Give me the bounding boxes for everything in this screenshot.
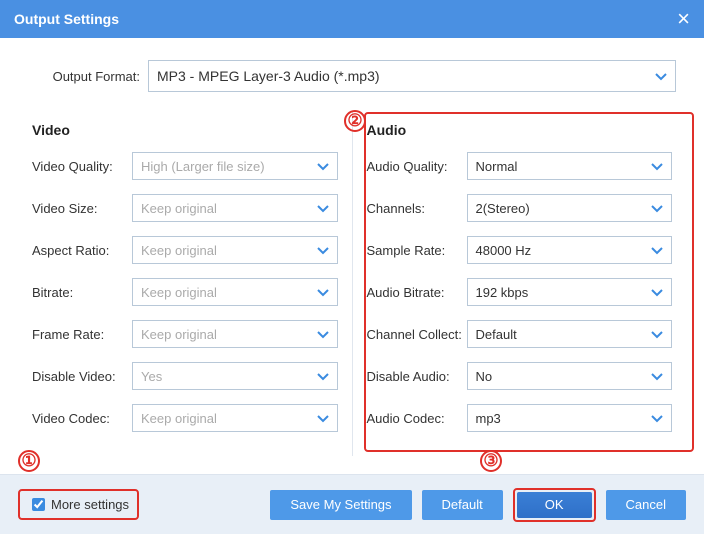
video-quality-value: High (Larger file size) (141, 159, 265, 174)
video-size-select[interactable]: Keep original (132, 194, 338, 222)
audio-codec-select[interactable]: mp3 (467, 404, 673, 432)
audio-quality-value: Normal (476, 159, 518, 174)
more-settings-input[interactable] (32, 498, 45, 511)
close-icon[interactable]: × (677, 6, 690, 32)
audio-quality-row: Audio Quality: Normal (367, 152, 673, 180)
annotation-marker-1: ① (18, 450, 40, 472)
chevron-down-icon (651, 201, 663, 216)
output-format-row: Output Format: MP3 - MPEG Layer-3 Audio … (18, 38, 686, 112)
chevron-down-icon (317, 285, 329, 300)
disable-audio-select[interactable]: No (467, 362, 673, 390)
sample-rate-value: 48000 Hz (476, 243, 532, 258)
chevron-down-icon (317, 159, 329, 174)
audio-heading: Audio (367, 122, 673, 138)
channel-collect-row: Channel Collect: Default (367, 320, 673, 348)
video-codec-value: Keep original (141, 411, 217, 426)
chevron-down-icon (651, 327, 663, 342)
channels-row: Channels: 2(Stereo) (367, 194, 673, 222)
video-quality-row: Video Quality: High (Larger file size) (32, 152, 338, 180)
audio-quality-label: Audio Quality: (367, 159, 467, 174)
channels-label: Channels: (367, 201, 467, 216)
more-settings-checkbox[interactable]: More settings (18, 489, 139, 520)
disable-video-value: Yes (141, 369, 162, 384)
video-size-value: Keep original (141, 201, 217, 216)
chevron-down-icon (655, 68, 667, 84)
sample-rate-select[interactable]: 48000 Hz (467, 236, 673, 264)
aspect-ratio-value: Keep original (141, 243, 217, 258)
cancel-button[interactable]: Cancel (606, 490, 686, 520)
settings-columns: ② Video Video Quality: High (Larger file… (18, 112, 686, 456)
frame-rate-label: Frame Rate: (32, 327, 132, 342)
more-settings-label: More settings (51, 497, 129, 512)
channels-value: 2(Stereo) (476, 201, 530, 216)
channel-collect-select[interactable]: Default (467, 320, 673, 348)
chevron-down-icon (651, 243, 663, 258)
output-format-label: Output Format: (28, 69, 148, 84)
video-panel: Video Video Quality: High (Larger file s… (18, 112, 353, 456)
audio-panel: Audio Audio Quality: Normal Channels: 2(… (353, 112, 687, 456)
chevron-down-icon (651, 159, 663, 174)
chevron-down-icon (317, 369, 329, 384)
frame-rate-value: Keep original (141, 327, 217, 342)
chevron-down-icon (317, 243, 329, 258)
aspect-ratio-label: Aspect Ratio: (32, 243, 132, 258)
channel-collect-value: Default (476, 327, 517, 342)
video-codec-row: Video Codec: Keep original (32, 404, 338, 432)
audio-bitrate-row: Audio Bitrate: 192 kbps (367, 278, 673, 306)
chevron-down-icon (651, 369, 663, 384)
dialog-title: Output Settings (14, 11, 119, 27)
audio-bitrate-select[interactable]: 192 kbps (467, 278, 673, 306)
disable-video-label: Disable Video: (32, 369, 132, 384)
audio-bitrate-label: Audio Bitrate: (367, 285, 467, 300)
annotation-marker-2: ② (344, 110, 366, 132)
output-format-select[interactable]: MP3 - MPEG Layer-3 Audio (*.mp3) (148, 60, 676, 92)
frame-rate-select[interactable]: Keep original (132, 320, 338, 348)
video-size-row: Video Size: Keep original (32, 194, 338, 222)
disable-audio-row: Disable Audio: No (367, 362, 673, 390)
save-settings-button[interactable]: Save My Settings (270, 490, 411, 520)
disable-video-row: Disable Video: Yes (32, 362, 338, 390)
sample-rate-row: Sample Rate: 48000 Hz (367, 236, 673, 264)
content-area: Output Format: MP3 - MPEG Layer-3 Audio … (0, 38, 704, 456)
channel-collect-label: Channel Collect: (367, 327, 467, 342)
video-bitrate-select[interactable]: Keep original (132, 278, 338, 306)
video-size-label: Video Size: (32, 201, 132, 216)
channels-select[interactable]: 2(Stereo) (467, 194, 673, 222)
frame-rate-row: Frame Rate: Keep original (32, 320, 338, 348)
chevron-down-icon (317, 411, 329, 426)
audio-codec-label: Audio Codec: (367, 411, 467, 426)
video-bitrate-row: Bitrate: Keep original (32, 278, 338, 306)
video-bitrate-value: Keep original (141, 285, 217, 300)
video-heading: Video (32, 122, 338, 138)
titlebar: Output Settings × (0, 0, 704, 38)
video-quality-label: Video Quality: (32, 159, 132, 174)
chevron-down-icon (317, 201, 329, 216)
chevron-down-icon (651, 411, 663, 426)
default-button[interactable]: Default (422, 490, 503, 520)
disable-video-select[interactable]: Yes (132, 362, 338, 390)
aspect-ratio-row: Aspect Ratio: Keep original (32, 236, 338, 264)
video-bitrate-label: Bitrate: (32, 285, 132, 300)
disable-audio-label: Disable Audio: (367, 369, 467, 384)
chevron-down-icon (651, 285, 663, 300)
disable-audio-value: No (476, 369, 493, 384)
aspect-ratio-select[interactable]: Keep original (132, 236, 338, 264)
video-codec-label: Video Codec: (32, 411, 132, 426)
audio-codec-row: Audio Codec: mp3 (367, 404, 673, 432)
audio-codec-value: mp3 (476, 411, 501, 426)
sample-rate-label: Sample Rate: (367, 243, 467, 258)
chevron-down-icon (317, 327, 329, 342)
video-quality-select[interactable]: High (Larger file size) (132, 152, 338, 180)
audio-bitrate-value: 192 kbps (476, 285, 529, 300)
video-codec-select[interactable]: Keep original (132, 404, 338, 432)
audio-quality-select[interactable]: Normal (467, 152, 673, 180)
ok-button[interactable]: OK (517, 492, 592, 518)
annotation-ok-outline: OK (513, 488, 596, 522)
annotation-marker-3: ③ (480, 450, 502, 472)
footer-bar: More settings Save My Settings Default O… (0, 474, 704, 534)
output-format-value: MP3 - MPEG Layer-3 Audio (*.mp3) (157, 68, 380, 84)
